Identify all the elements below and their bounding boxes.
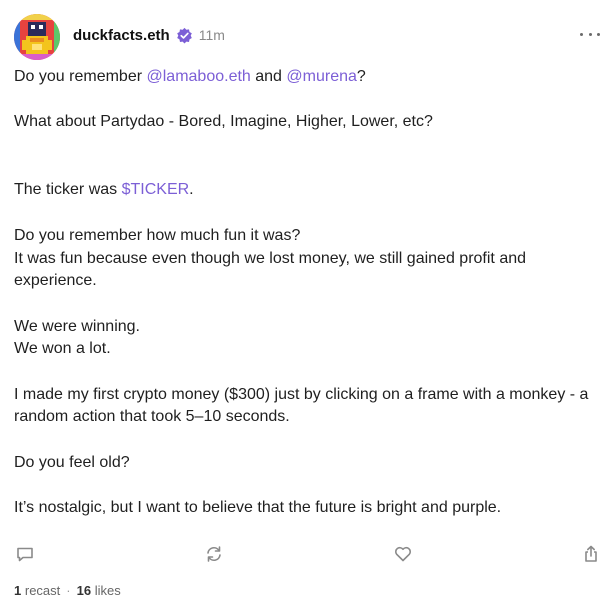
recast-count[interactable]: 1 recast	[14, 583, 60, 598]
text-line: It was fun because even though we lost m…	[14, 249, 527, 290]
paragraph-5: We were winning. We won a lot.	[14, 316, 600, 361]
share-button[interactable]	[580, 543, 602, 565]
text-segment: and	[250, 68, 287, 85]
more-options-icon[interactable]	[580, 26, 600, 42]
mention-murena[interactable]: @murena	[286, 68, 357, 85]
text-line: Do you remember how much fun it was?	[14, 226, 301, 244]
recast-count-number: 1	[14, 583, 22, 598]
paragraph-7: Do you feel old?	[14, 453, 130, 471]
likes-count-number: 16	[76, 583, 92, 598]
timestamp[interactable]: 11m	[199, 27, 225, 43]
cast-post: duckfacts.eth 11m Do you remember @lamab…	[0, 0, 614, 612]
reply-icon	[17, 547, 33, 562]
paragraph-4: Do you remember how much fun it was? It …	[14, 225, 600, 293]
text-segment: ?	[356, 68, 366, 85]
like-button[interactable]	[392, 543, 414, 565]
avatar[interactable]	[14, 14, 60, 60]
likes-count[interactable]: 16 likes	[77, 583, 121, 598]
text-line: We won a lot.	[14, 340, 111, 358]
cast-header: duckfacts.eth 11m	[14, 14, 600, 60]
paragraph-6: I made my first crypto money ($300) just…	[14, 385, 589, 426]
recast-label: recast	[24, 583, 61, 598]
duck-avatar-icon	[14, 14, 60, 60]
text-line: We were winning.	[14, 317, 140, 335]
paragraph-1: Do you remember @lamaboo.eth and @murena…	[14, 66, 600, 89]
username[interactable]: duckfacts.eth	[73, 27, 170, 44]
mention-lamaboo[interactable]: @lamaboo.eth	[147, 68, 251, 85]
verified-badge-icon	[176, 27, 193, 44]
paragraph-2: What about Partydao - Bored, Imagine, Hi…	[14, 113, 433, 131]
reply-button[interactable]	[14, 543, 36, 565]
cast-text: Do you remember @lamaboo.eth and @murena…	[14, 66, 600, 543]
heart-icon	[395, 546, 411, 562]
paragraph-8: It’s nostalgic, but I want to believe th…	[14, 499, 502, 517]
text-segment: The ticker was	[14, 181, 122, 199]
stats-separator: ·	[66, 583, 71, 598]
recast-icon	[207, 546, 221, 562]
text-segment: .	[189, 181, 194, 199]
cast-actions	[14, 543, 600, 565]
text-segment: Do you remember	[14, 68, 147, 85]
likes-label: likes	[94, 583, 121, 598]
cast-stats: 1 recast · 16 likes	[14, 583, 121, 598]
paragraph-3: The ticker was $TICKER.	[14, 179, 600, 202]
recast-button[interactable]	[203, 543, 225, 565]
share-icon	[585, 545, 597, 562]
ticker-link[interactable]: $TICKER	[122, 181, 190, 198]
